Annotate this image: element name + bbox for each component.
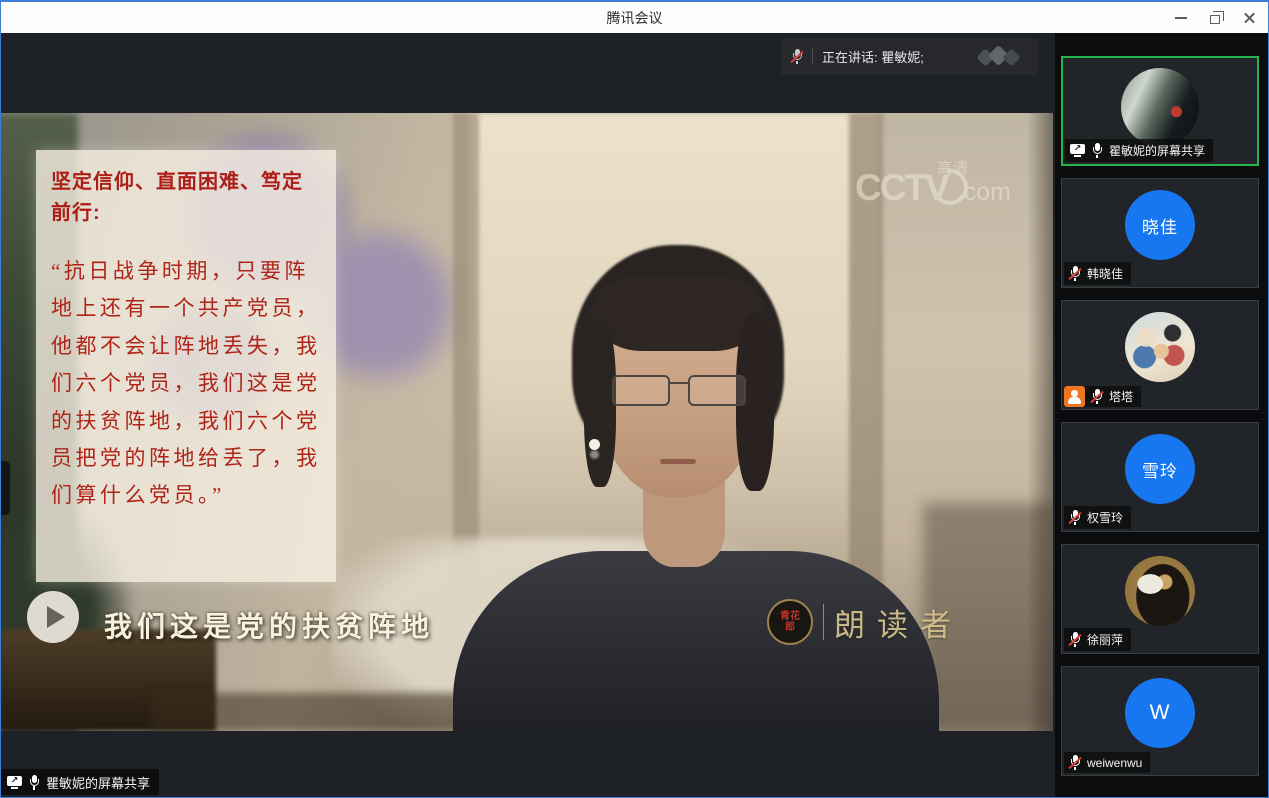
sponsor-badge: 青花郎 [767, 599, 813, 645]
mic-muted-icon [1069, 632, 1081, 647]
video-edge-shade [1027, 113, 1053, 731]
program-name: 朗读者 [834, 600, 963, 645]
participant-tile-screen-share[interactable]: 瞿敏妮的屏幕共享 [1061, 56, 1259, 166]
avatar-initials: W [1125, 678, 1195, 748]
video-floor-shadow [151, 693, 481, 731]
participant-tile[interactable]: 塔塔 [1061, 300, 1259, 410]
quote-title: 坚定信仰、直面困难、笃定前行: [51, 167, 321, 229]
mic-muted-icon [1091, 389, 1103, 404]
avatar-initials: 晓佳 [1125, 190, 1195, 260]
banner-divider [812, 48, 813, 65]
avatar-photo [1125, 556, 1195, 626]
tile-label: 瞿敏妮的屏幕共享 [1065, 139, 1213, 162]
avatar-initials: 雪玲 [1125, 434, 1195, 504]
screen-share-icon [7, 776, 22, 789]
participant-tile[interactable]: 徐丽萍 [1061, 544, 1259, 654]
window-title: 腾讯会议 [607, 8, 663, 28]
quote-body: “抗日战争时期，只要阵地上还有一个共产党员，他都不会让阵地丢失，我们六个党员，我… [51, 253, 321, 515]
cctv-hd-text: 高清 [937, 157, 969, 178]
mic-muted-icon [1069, 510, 1081, 525]
screen-share-banner: 瞿敏妮的屏幕共享 [1, 769, 159, 795]
tile-label: 韩晓佳 [1064, 262, 1131, 285]
titlebar: 腾讯会议 [1, 2, 1268, 33]
participant-name: 韩晓佳 [1087, 265, 1123, 282]
quote-overlay-box: 坚定信仰、直面困难、笃定前行: “抗日战争时期，只要阵地上还有一个共产党员，他都… [36, 150, 336, 582]
mic-on-icon [28, 775, 40, 790]
screen-share-icon [1070, 144, 1085, 157]
participant-tile[interactable]: W weiwenwu [1061, 666, 1259, 776]
program-logo: 青花郎 朗读者 [767, 599, 963, 645]
tile-label: 塔塔 [1064, 386, 1141, 407]
window-controls [1164, 2, 1266, 33]
person-glasses [612, 375, 746, 409]
person-head [584, 251, 772, 507]
minimize-icon [1175, 17, 1187, 19]
person-earphone-mic [589, 439, 600, 450]
avatar-photo [1125, 312, 1195, 382]
tile-label: 徐丽萍 [1064, 628, 1131, 651]
mic-muted-icon [1069, 755, 1081, 770]
participant-name: 权雪玲 [1087, 509, 1123, 526]
tile-label: 权雪玲 [1064, 506, 1131, 529]
close-icon [1243, 11, 1256, 24]
participant-tile[interactable]: 雪玲 权雪玲 [1061, 422, 1259, 532]
speaking-text: 正在讲话: 瞿敏妮; [822, 47, 924, 66]
restore-icon [1210, 15, 1220, 24]
participant-name: 瞿敏妮的屏幕共享 [1109, 142, 1205, 159]
mic-muted-icon [791, 49, 803, 64]
person-face [598, 291, 758, 497]
participant-name: 塔塔 [1109, 388, 1133, 405]
tencent-meeting-logo-icon [974, 45, 1028, 69]
share-banner-label: 瞿敏妮的屏幕共享 [46, 773, 150, 792]
restore-button[interactable] [1198, 2, 1232, 33]
avatar-photo [1121, 68, 1199, 146]
participant-tile[interactable]: 晓佳 韩晓佳 [1061, 178, 1259, 288]
tile-label: weiwenwu [1064, 752, 1150, 773]
mic-on-icon [1091, 143, 1103, 158]
mic-muted-icon [1069, 266, 1081, 281]
minimize-button[interactable] [1164, 2, 1198, 33]
collapsed-panel-handle[interactable] [1, 461, 10, 515]
logo-divider [823, 604, 824, 640]
person-mouth [660, 459, 696, 464]
play-button[interactable] [27, 591, 79, 643]
speaking-banner: 正在讲话: 瞿敏妮; [781, 38, 1038, 75]
participant-name: 徐丽萍 [1087, 631, 1123, 648]
cctv-watermark: CCTV com 高清 [855, 169, 1011, 206]
participants-sidebar: 瞿敏妮的屏幕共享 晓佳 韩晓佳 塔塔 雪玲 权雪玲 [1055, 33, 1268, 797]
shared-screen-video[interactable]: 坚定信仰、直面困难、笃定前行: “抗日战争时期，只要阵地上还有一个共产党员，他都… [1, 113, 1053, 731]
member-badge-icon [1064, 386, 1085, 407]
cctv-domain-text: com [964, 179, 1011, 207]
participant-name: weiwenwu [1087, 756, 1142, 770]
close-button[interactable] [1232, 2, 1266, 33]
video-subtitle: 我们这是党的扶贫阵地 [104, 605, 434, 645]
tencent-meeting-window: 腾讯会议 正在讲话: 瞿敏妮; [0, 0, 1269, 798]
